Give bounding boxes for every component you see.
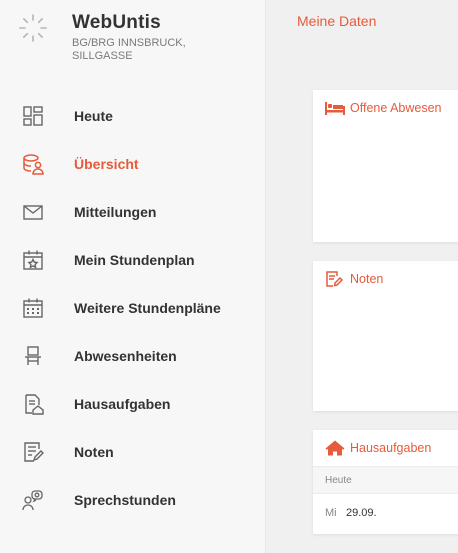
grades-card[interactable]: Noten xyxy=(313,261,458,411)
grades-card-header: Noten xyxy=(313,261,458,297)
envelope-icon xyxy=(22,201,44,223)
home-icon xyxy=(325,440,345,456)
brand-header[interactable]: WebUntis BG/BRG INNSBRUCK, SILLGASSE xyxy=(0,0,266,84)
dashboard-icon xyxy=(22,105,44,127)
sidebar-item-sprechstunden[interactable]: Sprechstunden xyxy=(0,476,266,524)
people-chat-icon xyxy=(22,489,44,511)
sidebar-item-mitteilungen[interactable]: Mitteilungen xyxy=(0,188,266,236)
app-title: WebUntis xyxy=(72,12,161,33)
chair-icon xyxy=(22,345,44,367)
sidebar-item-hausaufgaben[interactable]: Hausaufgaben xyxy=(0,380,266,428)
homework-row[interactable]: Mi 29.09. xyxy=(313,494,458,534)
calendar-grid-icon xyxy=(22,297,44,319)
homework-date: 29.09. xyxy=(346,507,377,519)
sidebar-item-label: Abwesenheiten xyxy=(74,348,177,364)
homework-column-header: Heute xyxy=(313,466,458,494)
sidebar-item-label: Mein Stundenplan xyxy=(74,252,195,268)
sidebar-item-label: Übersicht xyxy=(74,156,139,172)
sidebar-item-label: Hausaufgaben xyxy=(74,396,171,412)
school-name: BG/BRG INNSBRUCK, SILLGASSE xyxy=(72,37,186,62)
bed-icon xyxy=(325,100,345,116)
sidebar-item-label: Sprechstunden xyxy=(74,492,176,508)
sidebar-item-label: Weitere Stundenpläne xyxy=(74,300,221,316)
homework-card[interactable]: Hausaufgaben Heute Mi 29.09. xyxy=(313,430,458,534)
student-overview-icon xyxy=(22,153,44,175)
sidebar-item-weitere-stundenplaene[interactable]: Weitere Stundenpläne xyxy=(0,284,266,332)
sidebar-item-heute[interactable]: Heute xyxy=(0,92,266,140)
card-title: Noten xyxy=(350,272,384,286)
card-title: Offene Abwesen xyxy=(350,101,442,115)
sidebar-item-noten[interactable]: Noten xyxy=(0,428,266,476)
document-pen-icon xyxy=(22,441,44,463)
document-home-icon xyxy=(22,393,44,415)
sidebar: WebUntis BG/BRG INNSBRUCK, SILLGASSE Heu… xyxy=(0,0,266,553)
homework-card-header: Hausaufgaben xyxy=(313,430,458,466)
sidebar-item-label: Mitteilungen xyxy=(74,204,157,220)
absences-card[interactable]: Offene Abwesen xyxy=(313,90,458,242)
calendar-star-icon xyxy=(22,249,44,271)
main-content: Meine Daten Offene Abwesen Noten Hausauf… xyxy=(267,0,458,553)
homework-day: Mi xyxy=(325,507,337,519)
edit-note-icon xyxy=(325,271,345,287)
sidebar-item-uebersicht[interactable]: Übersicht xyxy=(0,140,266,188)
sidebar-item-mein-stundenplan[interactable]: Mein Stundenplan xyxy=(0,236,266,284)
sidebar-item-label: Noten xyxy=(74,444,114,460)
sidebar-item-label: Heute xyxy=(74,108,113,124)
absences-card-header: Offene Abwesen xyxy=(313,90,458,126)
webuntis-logo-icon xyxy=(18,13,48,43)
card-title: Hausaufgaben xyxy=(350,441,432,455)
sidebar-item-abwesenheiten[interactable]: Abwesenheiten xyxy=(0,332,266,380)
page-title: Meine Daten xyxy=(297,13,377,29)
